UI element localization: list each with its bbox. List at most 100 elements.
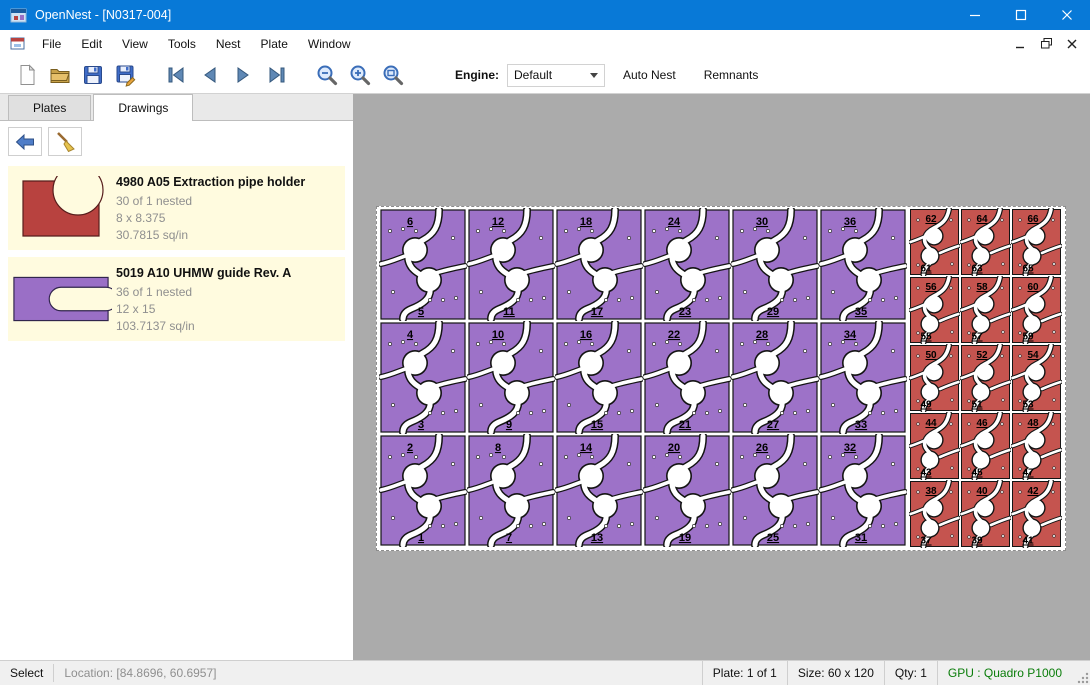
nested-part-pair[interactable]: 40 39 [960,480,1011,548]
nested-part-pair[interactable]: 28 27 [731,321,819,434]
nested-part-pair[interactable]: 20 19 [643,434,731,547]
close-icon [1061,9,1073,21]
menu-item-nest[interactable]: Nest [206,32,251,56]
nested-part-pair[interactable]: 64 63 [960,208,1011,276]
part-number: 36 [844,216,856,228]
status-location: Location: [84.8696, 60.6957] [54,661,226,685]
minimize-button[interactable] [952,0,998,30]
menu-item-plate[interactable]: Plate [251,32,298,56]
save-button[interactable] [76,60,109,90]
nest-plate[interactable]: 6 5 12 11 18 17 24 23 [376,206,1066,551]
drawing-list-item[interactable]: 5019 A10 UHMW guide Rev. A36 of 1 nested… [8,257,345,341]
sidebar: PlatesDrawings 4980 A05 Extraction pipe … [0,94,353,660]
part-number: 41 [1022,536,1034,547]
nested-part-pair[interactable]: 30 29 [731,208,819,321]
drawing-list-item[interactable]: 4980 A05 Extraction pipe holder30 of 1 n… [8,166,345,250]
nested-part-pair[interactable]: 10 9 [467,321,555,434]
part-number: 60 [1027,282,1039,293]
engine-dropdown[interactable]: Default [507,64,605,87]
part-number: 53 [1022,400,1034,411]
open-button[interactable] [43,60,76,90]
previous-button[interactable] [193,60,226,90]
zoom-fit-icon [381,63,405,87]
nested-part-pair[interactable]: 18 17 [555,208,643,321]
nested-part-pair[interactable]: 6 5 [379,208,467,321]
nested-part-pair[interactable]: 12 11 [467,208,555,321]
nested-part-pair[interactable]: 36 35 [819,208,907,321]
nest-canvas[interactable]: 6 5 12 11 18 17 24 23 [353,94,1090,660]
part-number: 62 [925,214,937,225]
mdi-minimize-button[interactable] [1008,34,1032,54]
last-button[interactable] [259,60,292,90]
menu-item-window[interactable]: Window [298,32,361,56]
clean-broom-button[interactable] [48,127,82,156]
menu-item-view[interactable]: View [112,32,158,56]
part-number: 65 [1022,264,1034,275]
part-number: 14 [580,442,593,454]
tab-plates[interactable]: Plates [8,95,91,120]
remnants-button[interactable]: Remnants [694,63,769,87]
close-button[interactable] [1044,0,1090,30]
nested-part-pair[interactable]: 50 49 [909,344,960,412]
zoom-in-button[interactable] [343,60,376,90]
nested-part-pair[interactable]: 34 33 [819,321,907,434]
part-number: 15 [591,419,603,431]
part-number: 44 [925,418,937,429]
nested-part-pair[interactable]: 4 3 [379,321,467,434]
nested-part-pair[interactable]: 24 23 [643,208,731,321]
maximize-button[interactable] [998,0,1044,30]
part-number: 54 [1027,350,1039,361]
part-number: 7 [506,532,512,544]
nested-part-pair[interactable]: 2 1 [379,434,467,547]
part-number: 35 [855,306,867,318]
assign-arrow-button[interactable] [8,127,42,156]
auto-nest-button[interactable]: Auto Nest [613,63,686,87]
nested-part-pair[interactable]: 26 25 [731,434,819,547]
nested-part-pair[interactable]: 62 61 [909,208,960,276]
mdi-close-icon [1066,38,1078,50]
status-qty: Qty: 1 [884,661,937,685]
nested-part-pair[interactable]: 14 13 [555,434,643,547]
menu-item-tools[interactable]: Tools [158,32,206,56]
nested-part-pair[interactable]: 48 47 [1011,412,1062,480]
tab-drawings[interactable]: Drawings [93,94,193,121]
nested-part-pair[interactable]: 16 15 [555,321,643,434]
menu-items: FileEditViewToolsNestPlateWindow [32,32,361,56]
next-button[interactable] [226,60,259,90]
nested-part-pair[interactable]: 66 65 [1011,208,1062,276]
zoom-fit-button[interactable] [376,60,409,90]
mdi-close-button[interactable] [1060,34,1084,54]
new-icon [15,63,39,87]
nested-part-pair[interactable]: 56 55 [909,276,960,344]
nested-part-pair[interactable]: 8 7 [467,434,555,547]
nested-part-pair[interactable]: 22 21 [643,321,731,434]
nested-part-pair[interactable]: 44 43 [909,412,960,480]
first-button[interactable] [160,60,193,90]
chevron-down-icon [590,73,598,78]
resize-grip[interactable] [1072,661,1090,685]
status-plate: Plate: 1 of 1 [702,661,787,685]
drawing-area: 30.7815 sq/in [116,227,305,244]
nested-part-pair[interactable]: 32 31 [819,434,907,547]
menu-item-file[interactable]: File [32,32,71,56]
nested-part-pair[interactable]: 60 59 [1011,276,1062,344]
part-number: 21 [679,419,691,431]
mdi-restore-button[interactable] [1034,34,1058,54]
mdi-restore-icon [1040,37,1053,50]
new-button[interactable] [10,60,43,90]
nested-part-pair[interactable]: 42 41 [1011,480,1062,548]
zoom-out-button[interactable] [310,60,343,90]
drawing-thumbnail [10,172,112,244]
part-number: 17 [591,306,603,318]
nested-part-pair[interactable]: 54 53 [1011,344,1062,412]
nested-part-pair[interactable]: 58 57 [960,276,1011,344]
red-parts-grid: 62 61 64 63 66 65 56 55 [909,208,1062,548]
nested-part-pair[interactable]: 46 45 [960,412,1011,480]
nested-part-pair[interactable]: 38 37 [909,480,960,548]
previous-icon [198,63,222,87]
save-as-button[interactable] [109,60,142,90]
clean-broom-icon [53,130,77,154]
nested-part-pair[interactable]: 52 51 [960,344,1011,412]
menu-item-edit[interactable]: Edit [71,32,112,56]
purple-part-thumbnail [10,267,112,331]
